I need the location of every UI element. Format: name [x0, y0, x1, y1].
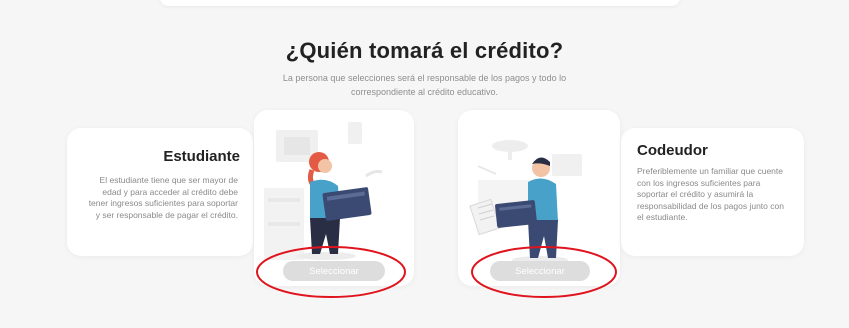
- annotation-circle-left: [256, 246, 406, 298]
- student-title: Estudiante: [163, 148, 240, 165]
- top-panel-edge: [160, 0, 680, 6]
- page-title: ¿Quién tomará el crédito?: [285, 38, 564, 63]
- annotation-circle-right: [471, 246, 617, 298]
- wall-picture-icon: [348, 122, 362, 144]
- folder-icon: [495, 200, 537, 228]
- student-description: El estudiante tiene que ser mayor de eda…: [88, 175, 238, 220]
- cosigner-description: Preferiblemente un familiar que cuente c…: [637, 166, 784, 222]
- cosigner-title: Codeudor: [637, 142, 708, 159]
- page-subtitle: La persona que selecciones será el respo…: [282, 73, 567, 97]
